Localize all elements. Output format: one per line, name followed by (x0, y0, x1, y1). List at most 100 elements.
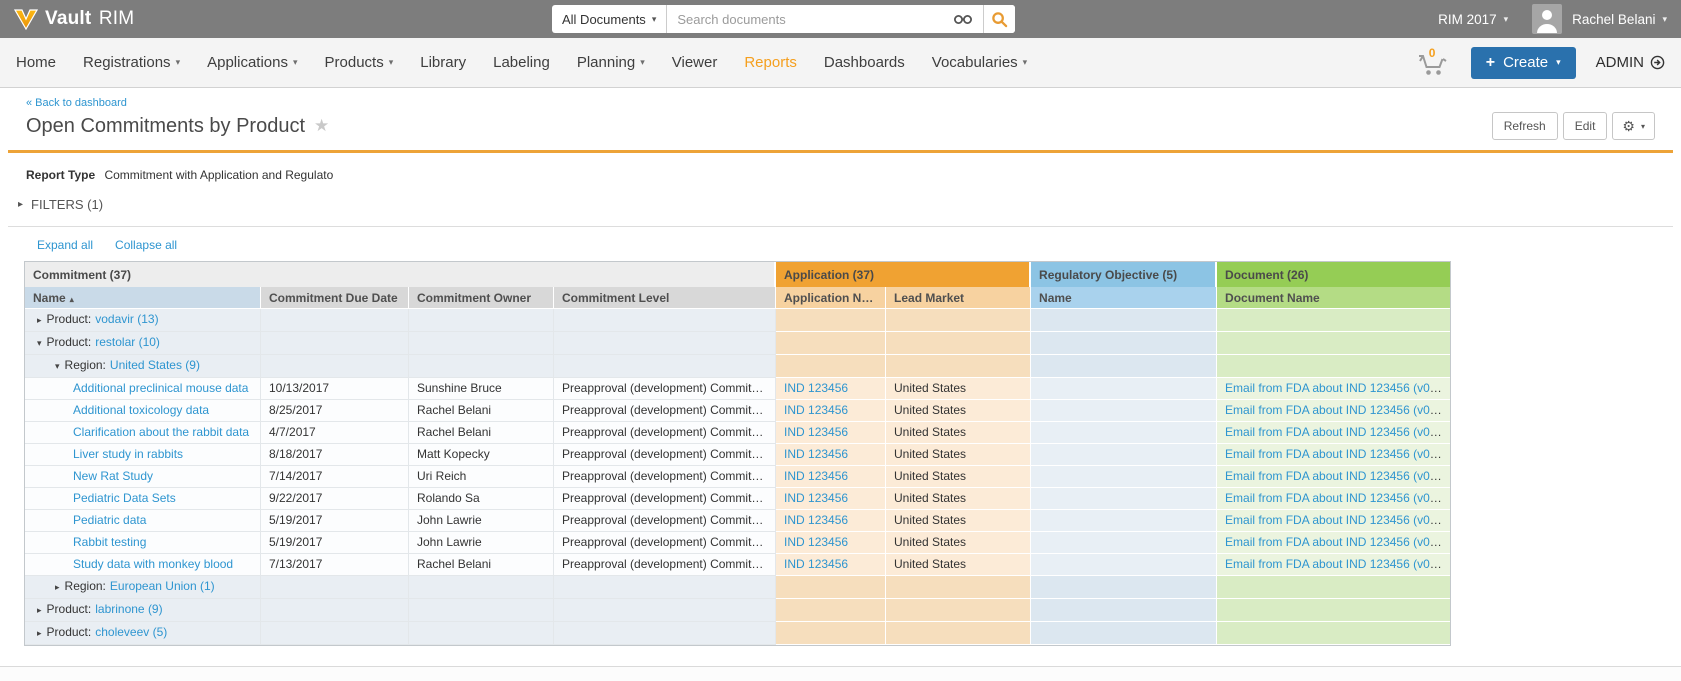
application-link[interactable]: IND 123456 (784, 535, 848, 549)
application-link[interactable]: IND 123456 (784, 403, 848, 417)
application-link[interactable]: IND 123456 (784, 557, 848, 571)
application-link[interactable]: IND 123456 (784, 491, 848, 505)
column-header-application-number[interactable]: Application Number (776, 287, 886, 309)
search-input[interactable] (667, 12, 943, 27)
collapse-caret-icon[interactable]: ▾ (37, 338, 42, 348)
cart-count-badge: 0 (1429, 46, 1436, 60)
nav-item-viewer[interactable]: Viewer (672, 54, 718, 71)
cart-button[interactable]: 0 (1415, 47, 1451, 79)
commitment-link[interactable]: Study data with monkey blood (73, 557, 233, 571)
nav-item-registrations[interactable]: Registrations ▾ (83, 54, 180, 71)
actions-menu-button[interactable]: ⚙ ▾ (1612, 112, 1655, 140)
application-link[interactable]: IND 123456 (784, 513, 848, 527)
nav-item-dashboards[interactable]: Dashboards (824, 54, 905, 71)
commitment-name-cell: Rabbit testing (25, 532, 261, 554)
nav-item-label: Registrations (83, 54, 171, 71)
document-name-cell: Email from FDA about IND 123456 (v0.1) (1217, 422, 1450, 444)
application-link[interactable]: IND 123456 (784, 469, 848, 483)
document-link[interactable]: Email from FDA about IND 123456 (v0.1) (1225, 557, 1444, 571)
level-cell: Preapproval (development) Commitment (554, 554, 776, 576)
nav-item-reports[interactable]: Reports (744, 54, 797, 71)
application-link[interactable]: IND 123456 (784, 447, 848, 461)
due-date-cell: 7/14/2017 (261, 466, 409, 488)
group-link[interactable]: choleveev (5) (95, 625, 167, 639)
group-link[interactable]: United States (9) (110, 358, 200, 372)
nav-item-planning[interactable]: Planning▾ (577, 54, 645, 71)
refresh-button[interactable]: Refresh (1492, 112, 1558, 140)
column-header-document-name[interactable]: Document Name (1217, 287, 1450, 309)
vault-selector-dropdown[interactable]: RIM 2017 ▾ (1438, 12, 1508, 27)
document-link[interactable]: Email from FDA about IND 123456 (v0.1) (1225, 447, 1444, 461)
document-link[interactable]: Email from FDA about IND 123456 (v0.1) (1225, 403, 1444, 417)
nav-item-label: Vocabularies (932, 54, 1018, 71)
chevron-down-icon: ▾ (176, 57, 181, 67)
commitment-link[interactable]: Additional preclinical mouse data (73, 381, 248, 395)
group-link[interactable]: restolar (10) (95, 335, 160, 349)
lead-market-cell: United States (886, 510, 1031, 532)
column-header-commitment-due-date[interactable]: Commitment Due Date (261, 287, 409, 309)
search-bar: All Documents ▾ (552, 5, 1015, 33)
filters-toggle[interactable]: ▸ FILTERS (1) (8, 182, 1673, 227)
group-link[interactable]: vodavir (13) (95, 312, 158, 326)
document-link[interactable]: Email from FDA about IND 123456 (v0.1) (1225, 513, 1444, 527)
collapse-all-link[interactable]: Collapse all (115, 238, 177, 252)
nav-item-vocabularies[interactable]: Vocabularies▾ (932, 54, 1027, 71)
create-button[interactable]: + Create ▾ (1471, 47, 1576, 79)
document-link[interactable]: Email from FDA about IND 123456 (v0.1) (1225, 491, 1444, 505)
document-name-cell: Email from FDA about IND 123456 (v0.1) (1217, 466, 1450, 488)
advanced-search-button[interactable] (943, 5, 983, 33)
edit-button[interactable]: Edit (1563, 112, 1608, 140)
admin-button[interactable]: ADMIN (1596, 54, 1665, 71)
document-link[interactable]: Email from FDA about IND 123456 (v0.1) (1225, 381, 1444, 395)
expand-caret-icon[interactable]: ▸ (37, 605, 42, 615)
empty-cell (1031, 599, 1217, 622)
commitment-link[interactable]: Liver study in rabbits (73, 447, 183, 461)
group-link[interactable]: labrinone (9) (95, 602, 162, 616)
document-name-cell: Email from FDA about IND 123456 (v0.1) (1217, 378, 1450, 400)
search-button[interactable] (983, 5, 1015, 33)
column-header-commitment-owner[interactable]: Commitment Owner (409, 287, 554, 309)
avatar[interactable] (1532, 4, 1562, 34)
application-link[interactable]: IND 123456 (784, 425, 848, 439)
commitment-link[interactable]: New Rat Study (73, 469, 153, 483)
commitment-name-cell: Liver study in rabbits (25, 444, 261, 466)
user-menu-dropdown[interactable]: Rachel Belani ▾ (1572, 12, 1667, 27)
commitment-link[interactable]: Clarification about the rabbit data (73, 425, 249, 439)
nav-item-applications[interactable]: Applications▾ (207, 54, 297, 71)
document-link[interactable]: Email from FDA about IND 123456 (v0.1) (1225, 425, 1444, 439)
level-cell: Preapproval (development) Commitment (554, 422, 776, 444)
nav-item-products[interactable]: Products▾ (325, 54, 394, 71)
empty-cell (776, 355, 886, 378)
nav-item-home[interactable]: Home (16, 54, 56, 71)
expand-caret-icon[interactable]: ▸ (37, 628, 42, 638)
column-header-commitment-level[interactable]: Commitment Level (554, 287, 776, 309)
group-link[interactable]: European Union (1) (110, 579, 215, 593)
commitment-link[interactable]: Pediatric data (73, 513, 146, 527)
expand-caret-icon[interactable]: ▸ (55, 582, 60, 592)
back-to-dashboard-link[interactable]: « Back to dashboard (26, 97, 1655, 109)
commitment-link[interactable]: Rabbit testing (73, 535, 146, 549)
column-header-row: Name▴ Commitment Due Date Commitment Own… (25, 287, 1450, 309)
empty-cell (554, 576, 776, 599)
collapse-caret-icon[interactable]: ▾ (55, 361, 60, 371)
commitment-link[interactable]: Additional toxicology data (73, 403, 209, 417)
plus-icon: + (1486, 54, 1495, 72)
nav-item-labeling[interactable]: Labeling (493, 54, 550, 71)
chevron-down-icon: ▾ (293, 57, 298, 67)
application-number-cell: IND 123456 (776, 554, 886, 576)
expand-all-link[interactable]: Expand all (37, 238, 93, 252)
document-link[interactable]: Email from FDA about IND 123456 (v0.1) (1225, 535, 1444, 549)
vault-logo[interactable]: Vault RIM (14, 8, 134, 30)
column-header-regobj-name[interactable]: Name (1031, 287, 1217, 309)
commitment-link[interactable]: Pediatric Data Sets (73, 491, 176, 505)
application-link[interactable]: IND 123456 (784, 381, 848, 395)
group-prefix: Region: (65, 579, 106, 593)
expand-caret-icon[interactable]: ▸ (37, 315, 42, 325)
group-header-document: Document (26) (1217, 262, 1450, 287)
column-header-name[interactable]: Name▴ (25, 287, 261, 309)
document-link[interactable]: Email from FDA about IND 123456 (v0.1) (1225, 469, 1444, 483)
search-scope-dropdown[interactable]: All Documents ▾ (552, 5, 667, 33)
favorite-star-icon[interactable]: ★ (314, 116, 329, 136)
column-header-lead-market[interactable]: Lead Market (886, 287, 1031, 309)
nav-item-library[interactable]: Library (420, 54, 466, 71)
